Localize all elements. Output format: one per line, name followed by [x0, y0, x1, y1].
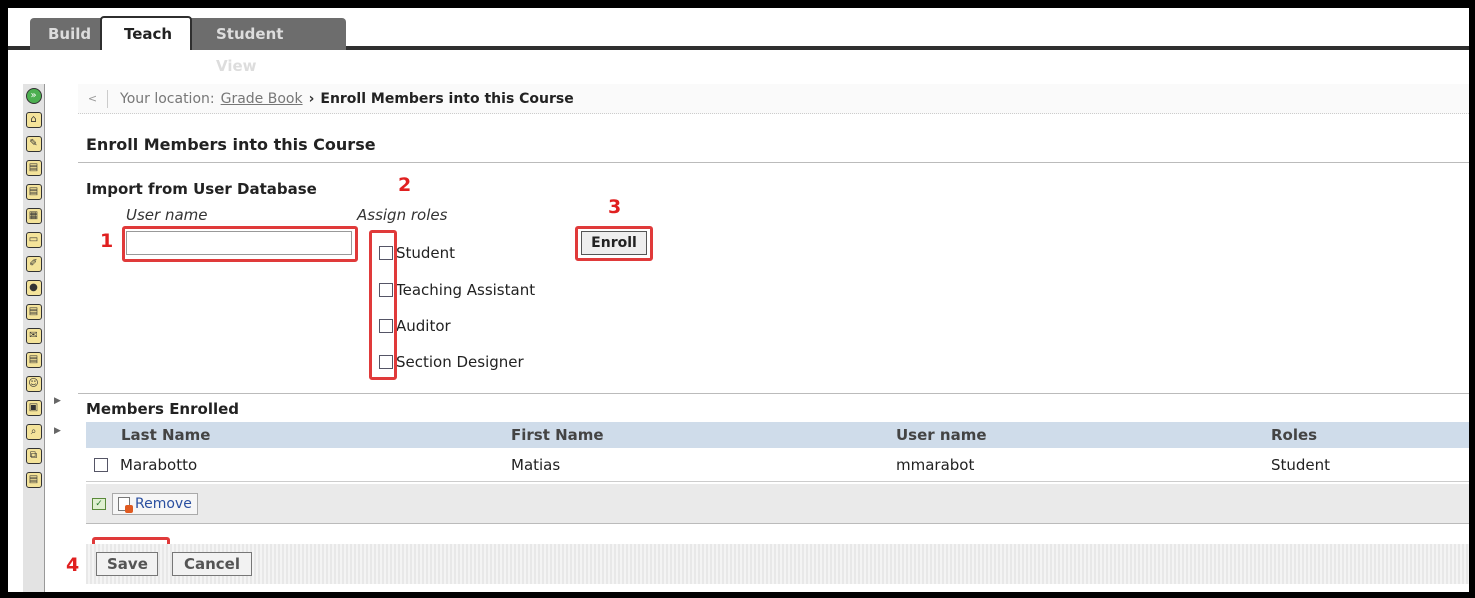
- tab-teach[interactable]: Teach: [100, 16, 192, 50]
- members-table: Last Name First Name User name Roles Mar…: [86, 422, 1469, 482]
- document-icon[interactable]: ▤: [25, 304, 42, 320]
- last-name-text: Marabotto: [120, 455, 198, 474]
- role-label: Student: [396, 244, 456, 262]
- breadcrumb: < Your location: Grade Book › Enroll Mem…: [78, 84, 1469, 114]
- column-header-roles[interactable]: Roles: [1261, 426, 1469, 444]
- tool-icon-strip: » ⌂ ✎ ▤ ▤ ▦ ▭ ✐ ● ▤ ✉ ▤ ☺ ▣ ⌕ ⧉ ▤: [23, 84, 45, 592]
- select-all-icon[interactable]: ✓: [92, 497, 106, 510]
- assign-roles-label: Assign roles: [357, 206, 448, 224]
- mail-icon[interactable]: ✉: [25, 328, 42, 344]
- callout-box-username: [122, 226, 358, 262]
- divider: [78, 393, 1469, 394]
- mode-tab-bar: Build Teach Student View: [8, 8, 1469, 75]
- collapse-arrow-icon: ▶: [54, 426, 61, 436]
- breadcrumb-link-grade-book[interactable]: Grade Book: [221, 91, 303, 107]
- page-title: Enroll Members into this Course: [86, 135, 376, 154]
- gradebook-icon[interactable]: ▣: [25, 400, 42, 416]
- lms-window: Build Teach Student View » ⌂ ✎ ▤ ▤ ▦ ▭ ✐…: [8, 8, 1469, 592]
- back-icon[interactable]: <: [78, 89, 108, 108]
- members-section-title: Members Enrolled: [86, 400, 240, 418]
- cell-roles: Student: [1271, 455, 1331, 474]
- users-icon[interactable]: ☺: [25, 376, 42, 392]
- panel-collapse-handle[interactable]: ▶ ▶: [54, 396, 74, 466]
- import-section-title: Import from User Database: [86, 180, 317, 198]
- divider: [78, 162, 1469, 163]
- cell-first-name: Matias: [511, 455, 561, 474]
- role-label: Section Designer: [396, 353, 524, 371]
- save-button[interactable]: Save: [96, 552, 158, 576]
- breadcrumb-prefix: Your location:: [120, 90, 215, 107]
- expand-icon[interactable]: »: [25, 88, 42, 104]
- tool-icon[interactable]: ✎: [25, 136, 42, 152]
- role-option-section-designer[interactable]: Section Designer: [379, 353, 524, 371]
- row-checkbox[interactable]: [94, 457, 108, 472]
- page-icon[interactable]: ▤: [25, 352, 42, 368]
- role-option-teaching-assistant[interactable]: Teaching Assistant: [379, 281, 535, 299]
- breadcrumb-current: Enroll Members into this Course: [320, 90, 574, 107]
- breadcrumb-separator: ›: [308, 90, 315, 107]
- copy-icon[interactable]: ⧉: [25, 448, 42, 464]
- table-row: Marabotto Matias mmarabot Student: [86, 448, 1469, 482]
- apple-icon[interactable]: ●: [25, 280, 42, 296]
- table-header: Last Name First Name User name Roles: [86, 422, 1469, 448]
- page-icon[interactable]: ▤: [25, 160, 42, 176]
- column-header-first-name[interactable]: First Name: [496, 426, 886, 444]
- search-icon[interactable]: ⌕: [25, 424, 42, 440]
- callout-box-enroll: [575, 226, 653, 261]
- tab-student-view[interactable]: Student View: [188, 18, 346, 75]
- callout-box-roles: [369, 230, 397, 380]
- cell-username: mmarabot: [896, 455, 975, 474]
- callout-number-2: 2: [398, 174, 412, 196]
- chat-icon[interactable]: ▭: [25, 232, 42, 248]
- remove-icon: [118, 496, 133, 513]
- main-content: < Your location: Grade Book › Enroll Mem…: [66, 84, 1469, 592]
- form-footer: Save Cancel: [86, 544, 1469, 584]
- callout-number-3: 3: [608, 196, 622, 218]
- column-header-last-name[interactable]: Last Name: [86, 426, 496, 444]
- table-actions-bar: ✓ Remove: [86, 484, 1469, 524]
- remove-label: Remove: [135, 495, 192, 512]
- home-icon[interactable]: ⌂: [25, 112, 42, 128]
- remove-button[interactable]: Remove: [112, 492, 198, 515]
- tab-build[interactable]: Build: [30, 18, 108, 50]
- calendar-icon[interactable]: ▦: [25, 208, 42, 224]
- page-icon[interactable]: ▤: [25, 472, 42, 488]
- callout-number-4: 4: [66, 554, 80, 576]
- column-header-user-name[interactable]: User name: [886, 426, 1261, 444]
- cancel-button[interactable]: Cancel: [172, 552, 252, 576]
- callout-number-1: 1: [100, 230, 114, 252]
- collapse-arrow-icon: ▶: [54, 396, 61, 406]
- username-label: User name: [126, 206, 208, 224]
- role-label: Teaching Assistant: [396, 281, 536, 299]
- page-icon[interactable]: ▤: [25, 184, 42, 200]
- cell-last-name: Marabotto: [86, 456, 496, 474]
- role-label: Auditor: [396, 317, 451, 335]
- pencil-icon[interactable]: ✐: [25, 256, 42, 272]
